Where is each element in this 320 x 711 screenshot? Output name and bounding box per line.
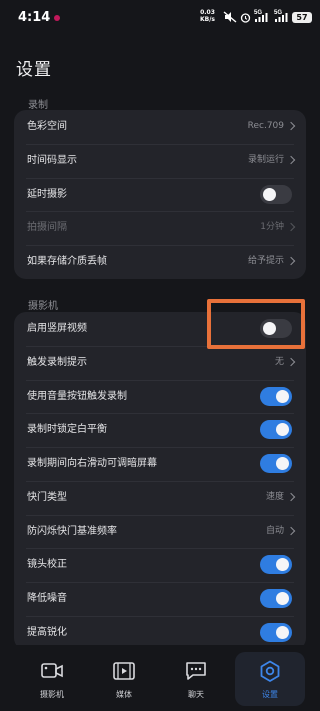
setting-value: 无	[274, 356, 284, 367]
lock-white-balance-toggle[interactable]	[260, 420, 292, 440]
setting-anti-flicker[interactable]: 防闪烁快门基准频率 自动	[14, 514, 306, 549]
chevron-right-icon	[286, 121, 296, 131]
setting-label: 拍摄间隔	[27, 222, 67, 234]
status-time: 4:14	[18, 10, 51, 25]
net-speed: 0.03 KB/s	[200, 9, 215, 23]
setting-label: 提高锐化	[27, 626, 67, 638]
setting-label: 防闪烁快门基准频率	[27, 525, 117, 537]
setting-label: 色彩空间	[27, 121, 67, 132]
setting-value: 1分钟	[260, 222, 284, 233]
setting-label: 延时摄影	[27, 188, 67, 200]
highlight-box	[207, 299, 305, 349]
chevron-right-icon	[286, 357, 296, 366]
setting-value: 速度	[265, 491, 284, 502]
section-header-record: 录制	[28, 100, 48, 111]
nav-camera[interactable]: 摄影机	[17, 652, 87, 706]
setting-label: 启用竖屏视频	[27, 323, 87, 334]
setting-label: 录制期间向右滑动可调暗屏幕	[27, 458, 157, 469]
record-settings-card: 色彩空间 Rec.709 时间码显示 录制运行 延时摄影 拍摄间隔 1分钟 如果…	[14, 110, 306, 279]
setting-value: 录制运行	[247, 154, 284, 165]
settings-scroll[interactable]: 录制 色彩空间 Rec.709 时间码显示 录制运行 延时摄影 拍摄间隔 1分钟…	[0, 90, 320, 645]
setting-timecode-display[interactable]: 时间码显示 录制运行	[14, 143, 306, 178]
nav-chat[interactable]: 聊天	[161, 652, 231, 706]
setting-label: 降低噪音	[27, 593, 67, 604]
nav-label: 媒体	[116, 690, 132, 699]
toggle-knob	[263, 187, 276, 201]
nav-settings[interactable]: 设置	[235, 652, 305, 706]
toggle-knob	[276, 423, 289, 437]
lens-correction-toggle[interactable]	[260, 555, 292, 575]
nav-label: 摄影机	[40, 690, 64, 699]
signal-label: 5G	[254, 10, 262, 16]
setting-lock-white-balance: 录制时锁定白平衡	[14, 413, 306, 447]
setting-value: Rec.709	[247, 121, 284, 131]
status-bar: 4:14 0.03 KB/s 5G 5G 57	[0, 0, 320, 36]
signal-icon: 5G	[254, 10, 268, 22]
chevron-right-icon	[286, 155, 296, 164]
nav-media[interactable]: 媒体	[89, 652, 159, 706]
bottom-nav: 摄影机 媒体 聊天 设置	[0, 646, 320, 711]
chat-icon	[186, 662, 206, 680]
setting-label: 使用音量按钮触发录制	[27, 390, 127, 402]
chevron-right-icon	[286, 256, 296, 266]
timelapse-toggle[interactable]	[260, 184, 292, 204]
nav-label: 聊天	[188, 690, 204, 699]
setting-lens-correction: 镜头校正	[14, 548, 306, 582]
setting-label: 时间码显示	[27, 154, 77, 166]
section-header-camera: 摄影机	[28, 301, 58, 312]
setting-capture-interval: 拍摄间隔 1分钟	[14, 211, 306, 245]
battery-icon: 57	[292, 12, 312, 23]
mute-icon	[223, 11, 237, 23]
setting-swipe-dim: 录制期间向右滑动可调暗屏幕	[14, 447, 306, 481]
swipe-dim-toggle[interactable]	[260, 454, 292, 473]
toggle-knob	[276, 592, 289, 605]
toggle-knob	[276, 558, 289, 572]
setting-label: 镜头校正	[27, 559, 67, 571]
signal-label: 5G	[274, 10, 282, 16]
setting-color-space[interactable]: 色彩空间 Rec.709	[14, 110, 306, 144]
setting-value: 自动	[265, 525, 284, 536]
chevron-right-icon	[286, 526, 296, 535]
camera-settings-card: 启用竖屏视频 触发录制提示 无 使用音量按钮触发录制 录制时锁定白平衡 录制期间…	[14, 312, 306, 645]
film-icon	[113, 662, 135, 680]
setting-noise-reduction: 降低噪音	[14, 582, 306, 616]
camera-icon	[41, 663, 63, 678]
setting-label: 快门类型	[27, 491, 67, 503]
net-speed-value: 0.03	[200, 9, 215, 16]
setting-label: 触发录制提示	[27, 356, 87, 368]
noise-reduction-toggle[interactable]	[260, 589, 292, 608]
setting-dropped-frames[interactable]: 如果存储介质丢帧 给予提示	[14, 245, 306, 279]
net-speed-unit: KB/s	[200, 16, 215, 23]
setting-shutter-type[interactable]: 快门类型 速度	[14, 480, 306, 515]
setting-volume-record: 使用音量按钮触发录制	[14, 379, 306, 414]
setting-label: 如果存储介质丢帧	[27, 256, 107, 267]
nav-label: 设置	[262, 690, 278, 699]
notification-dot-icon	[54, 15, 60, 21]
toggle-knob	[276, 389, 289, 403]
toggle-knob	[276, 625, 289, 639]
setting-record-trigger-prompt[interactable]: 触发录制提示 无	[14, 345, 306, 380]
signal-icon: 5G	[274, 10, 288, 22]
alarm-icon	[240, 13, 251, 23]
setting-label: 录制时锁定白平衡	[27, 424, 107, 436]
chevron-right-icon	[286, 492, 296, 501]
toggle-knob	[276, 457, 289, 470]
chevron-right-icon	[286, 223, 296, 232]
volume-record-toggle[interactable]	[260, 386, 292, 406]
setting-sharpen: 提高锐化	[14, 615, 306, 645]
gear-icon	[260, 660, 280, 682]
setting-timelapse: 延时摄影	[14, 177, 306, 212]
setting-value: 给予提示	[247, 256, 284, 266]
page-title: 设置	[16, 60, 52, 80]
sharpen-toggle[interactable]	[260, 622, 292, 642]
